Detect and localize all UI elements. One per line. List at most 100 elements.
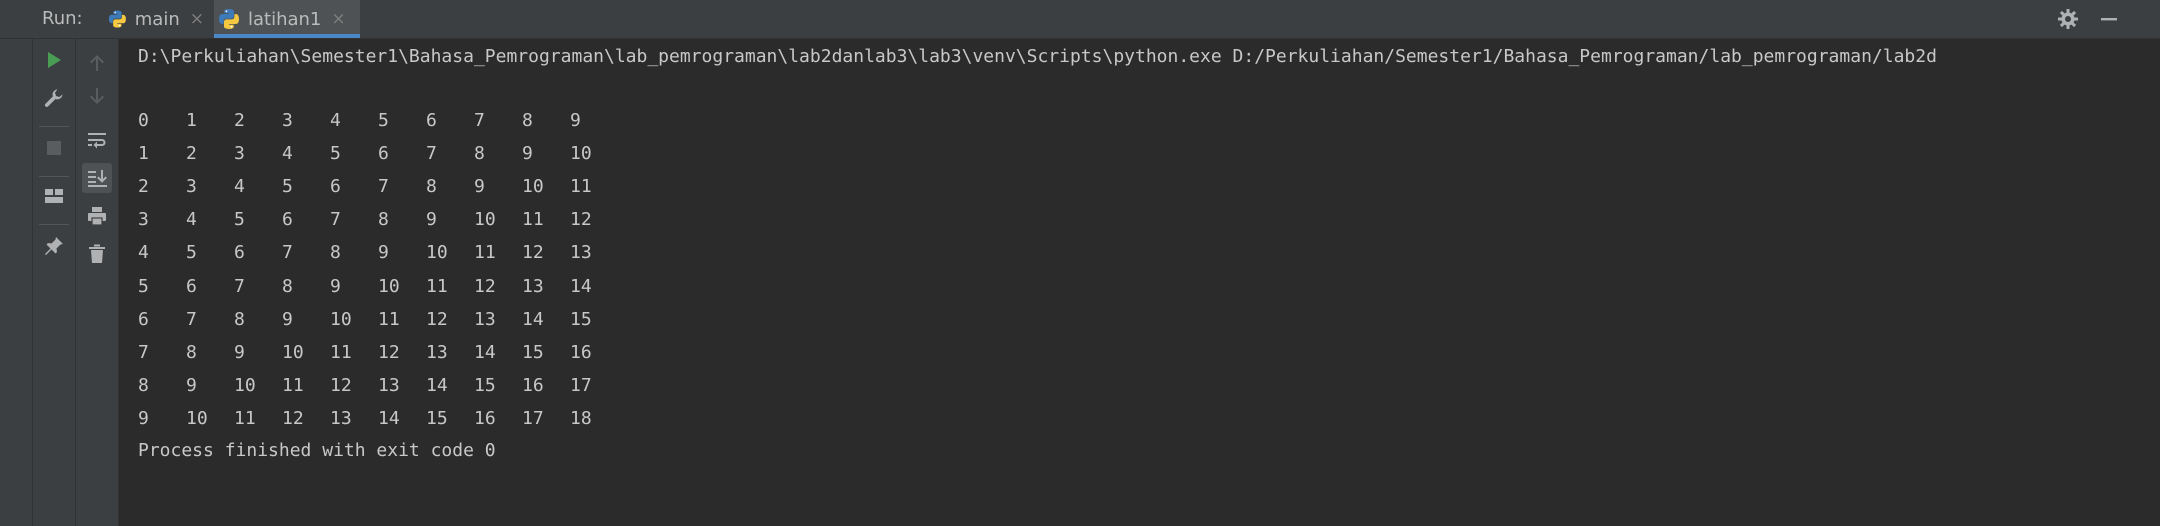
output-value: 11 bbox=[522, 209, 544, 231]
output-value: 6 bbox=[378, 143, 389, 165]
close-icon[interactable]: × bbox=[190, 9, 204, 29]
output-value: 16 bbox=[474, 407, 496, 429]
output-value: 13 bbox=[522, 275, 544, 297]
output-value: 14 bbox=[522, 308, 544, 330]
output-value: 17 bbox=[570, 374, 592, 396]
output-value: 12 bbox=[426, 308, 448, 330]
output-value: 8 bbox=[474, 143, 485, 165]
output-value: 10 bbox=[282, 341, 304, 363]
close-icon[interactable]: × bbox=[331, 9, 345, 29]
output-value: 3 bbox=[282, 110, 293, 131]
output-value: 5 bbox=[330, 143, 341, 165]
output-row: 8 9 10 11 12 13 14 15 16 17 bbox=[119, 372, 1119, 400]
output-value: 12 bbox=[570, 209, 592, 231]
output-value: 9 bbox=[186, 374, 197, 396]
output-value: 5 bbox=[234, 209, 245, 231]
output-row: 1 2 3 4 5 6 7 8 9 10 bbox=[119, 140, 1119, 168]
output-row: 6 7 8 9 10 11 12 13 14 15 bbox=[119, 306, 1119, 334]
output-value: 16 bbox=[570, 341, 592, 363]
output-value: 5 bbox=[378, 110, 389, 131]
tab-latihan1[interactable]: latihan1 × bbox=[214, 0, 360, 38]
output-value: 11 bbox=[378, 308, 400, 330]
soft-wrap-icon[interactable] bbox=[82, 125, 112, 155]
output-value: 12 bbox=[330, 374, 352, 396]
output-value: 8 bbox=[330, 242, 341, 264]
scroll-to-end-icon[interactable] bbox=[82, 163, 112, 193]
run-icon[interactable] bbox=[39, 45, 69, 75]
output-value: 5 bbox=[282, 176, 293, 198]
output-value: 13 bbox=[378, 374, 400, 396]
output-value: 8 bbox=[426, 176, 437, 198]
arrow-down-icon[interactable] bbox=[82, 81, 112, 111]
run-label: Run: bbox=[42, 8, 83, 29]
output-value: 7 bbox=[426, 143, 437, 165]
python-icon bbox=[108, 10, 126, 28]
output-value: 11 bbox=[330, 341, 352, 363]
gear-icon[interactable] bbox=[2056, 7, 2080, 31]
output-value: 7 bbox=[282, 242, 293, 264]
output-value: 8 bbox=[282, 275, 293, 297]
pin-icon[interactable] bbox=[39, 231, 69, 261]
toolbar-separator bbox=[39, 126, 69, 127]
output-value: 10 bbox=[234, 374, 256, 396]
output-value: 6 bbox=[330, 176, 341, 198]
output-value: 9 bbox=[234, 341, 245, 363]
output-value: 15 bbox=[474, 374, 496, 396]
console-exit-message: Process finished with exit code 0 bbox=[138, 440, 496, 461]
output-value: 5 bbox=[186, 242, 197, 264]
wrench-icon[interactable] bbox=[39, 83, 69, 113]
tab-label: latihan1 bbox=[248, 8, 322, 30]
output-value: 8 bbox=[186, 341, 197, 363]
toolbar-separator bbox=[39, 224, 69, 225]
output-value: 8 bbox=[138, 374, 149, 396]
output-value: 8 bbox=[378, 209, 389, 231]
output-value: 10 bbox=[570, 143, 592, 165]
output-value: 9 bbox=[378, 242, 389, 264]
output-value: 10 bbox=[426, 242, 448, 264]
layout-icon[interactable] bbox=[39, 181, 69, 211]
output-row: 9 10 11 12 13 14 15 16 17 18 bbox=[119, 405, 1119, 433]
output-value: 14 bbox=[426, 374, 448, 396]
output-value: 12 bbox=[282, 407, 304, 429]
output-row: 0 1 2 3 4 5 6 7 8 9 bbox=[119, 107, 1119, 135]
output-value: 11 bbox=[426, 275, 448, 297]
output-value: 10 bbox=[378, 275, 400, 297]
output-value: 3 bbox=[186, 176, 197, 198]
output-value: 9 bbox=[522, 143, 533, 165]
console-output[interactable]: D:\Perkuliahan\Semester1\Bahasa_Pemrogra… bbox=[119, 39, 2160, 526]
output-value: 10 bbox=[474, 209, 496, 231]
minimize-icon[interactable] bbox=[2097, 7, 2121, 31]
output-value: 1 bbox=[138, 143, 149, 165]
output-value: 9 bbox=[570, 110, 581, 131]
print-icon[interactable] bbox=[82, 201, 112, 231]
output-value: 6 bbox=[138, 308, 149, 330]
arrow-up-icon[interactable] bbox=[82, 48, 112, 78]
tab-label: main bbox=[134, 8, 180, 30]
output-value: 15 bbox=[426, 407, 448, 429]
output-value: 5 bbox=[138, 275, 149, 297]
output-value: 15 bbox=[570, 308, 592, 330]
output-value: 9 bbox=[426, 209, 437, 231]
output-row: 3 4 5 6 7 8 9 10 11 12 bbox=[119, 206, 1119, 234]
output-value: 11 bbox=[570, 176, 592, 198]
stop-icon[interactable] bbox=[39, 133, 69, 163]
output-value: 10 bbox=[186, 407, 208, 429]
output-value: 13 bbox=[570, 242, 592, 264]
output-row: 4 5 6 7 8 9 10 11 12 13 bbox=[119, 239, 1119, 267]
output-value: 4 bbox=[186, 209, 197, 231]
output-value: 15 bbox=[522, 341, 544, 363]
output-value: 8 bbox=[522, 110, 533, 131]
output-value: 4 bbox=[330, 110, 341, 131]
output-value: 18 bbox=[570, 407, 592, 429]
output-value: 11 bbox=[474, 242, 496, 264]
trash-icon[interactable] bbox=[82, 239, 112, 269]
output-value: 10 bbox=[330, 308, 352, 330]
output-value: 9 bbox=[330, 275, 341, 297]
output-value: 13 bbox=[426, 341, 448, 363]
tab-main[interactable]: main × bbox=[104, 0, 204, 38]
output-value: 10 bbox=[522, 176, 544, 198]
output-value: 8 bbox=[234, 308, 245, 330]
python-icon bbox=[219, 9, 239, 29]
output-value: 6 bbox=[282, 209, 293, 231]
output-value: 14 bbox=[378, 407, 400, 429]
